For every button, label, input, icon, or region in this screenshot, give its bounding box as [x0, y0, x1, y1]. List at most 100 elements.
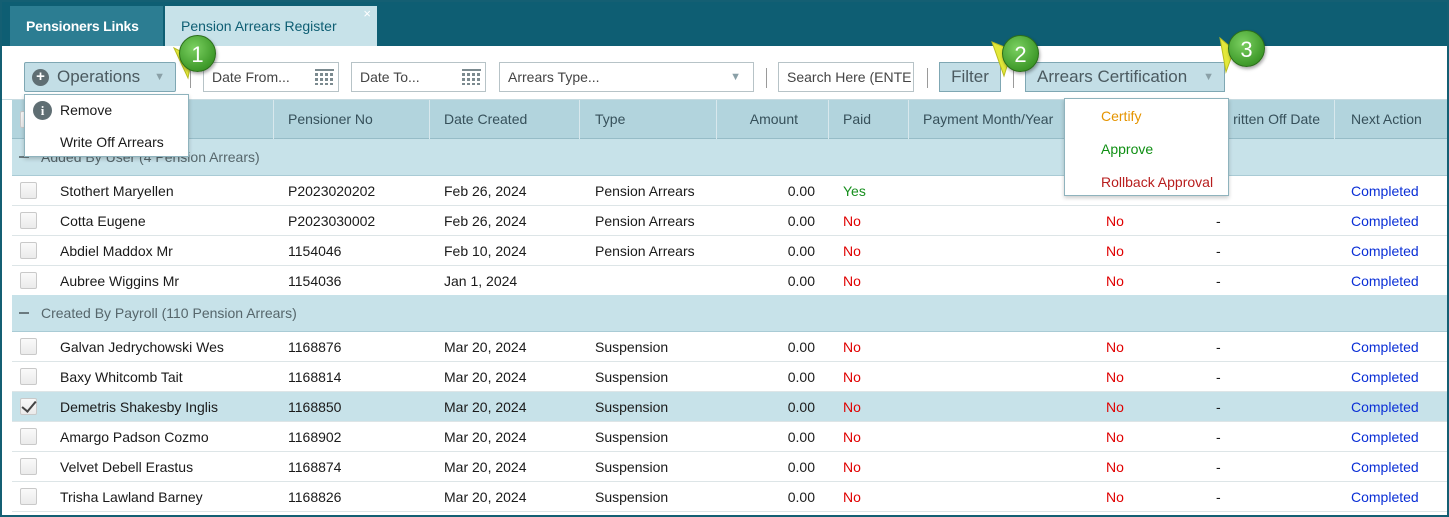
menu-item-rollback-approval[interactable]: Rollback Approval: [1065, 167, 1228, 198]
cell-written-off-date: -: [1216, 213, 1221, 229]
table-row[interactable]: Cotta Eugene P2023030002 Feb 26, 2024 Pensi…: [12, 206, 1447, 236]
cell-date-created: Feb 26, 2024: [444, 213, 527, 229]
row-checkbox[interactable]: [20, 368, 37, 385]
arrears-certification-menu: Certify Approve Rollback Approval: [1064, 98, 1229, 196]
cell-type: Suspension: [595, 459, 669, 475]
cell-next-action[interactable]: Completed: [1351, 452, 1447, 482]
column-header-paid[interactable]: Paid: [829, 100, 909, 139]
operations-button[interactable]: + Operations ▼: [24, 62, 176, 92]
calendar-icon[interactable]: [462, 69, 481, 85]
callout-badge: 2: [1002, 35, 1039, 72]
divider: [766, 68, 767, 88]
cell-next-action[interactable]: Completed: [1351, 332, 1447, 362]
menu-item-write-off-arrears[interactable]: Write Off Arrears: [25, 127, 188, 158]
date-from-input[interactable]: Date From...: [203, 62, 339, 92]
menu-item-remove[interactable]: i Remove: [25, 95, 188, 126]
chevron-down-icon: ▼: [154, 71, 165, 83]
cell-paid: No: [843, 273, 861, 289]
cell-amount: 0.00: [787, 369, 815, 385]
cell-date-created: Mar 20, 2024: [444, 339, 527, 355]
cell-amount: 0.00: [787, 399, 815, 415]
cell-amount: 0.00: [787, 429, 815, 445]
cell-paid: No: [843, 243, 861, 259]
cell-next-action[interactable]: Completed: [1351, 206, 1447, 236]
cell-pensioner-no: P2023020202: [288, 183, 376, 199]
cell-next-action[interactable]: Completed: [1351, 236, 1447, 266]
cell-next-action[interactable]: Completed: [1351, 266, 1447, 296]
cell-next-action[interactable]: Completed: [1351, 392, 1447, 422]
cell-date-created: Mar 20, 2024: [444, 489, 527, 505]
row-checkbox[interactable]: [20, 488, 37, 505]
cell-next-action[interactable]: Completed: [1351, 482, 1447, 512]
column-header-amount[interactable]: Amount: [717, 100, 829, 139]
table-row[interactable]: Stothert Maryellen P2023020202 Feb 26, 202…: [12, 176, 1447, 206]
cell-written-off: No: [1106, 273, 1124, 289]
table-row[interactable]: Amargo Padson Cozmo 1168902 Mar 20, 2024 Su…: [12, 422, 1447, 452]
row-checkbox[interactable]: [20, 242, 37, 259]
filter-label: Filter: [951, 67, 989, 86]
date-to-placeholder: Date To...: [360, 69, 420, 85]
cell-date-created: Mar 20, 2024: [444, 369, 527, 385]
cell-written-off-date: -: [1216, 273, 1221, 289]
table-row[interactable]: Galvan Jedrychowski Wes 1168876 Mar 20, 20…: [12, 332, 1447, 362]
search-placeholder: Search Here (ENTE: [787, 69, 912, 85]
table-row[interactable]: Baxy Whitcomb Tait 1168814 Mar 20, 2024 Sus…: [12, 362, 1447, 392]
operations-menu: i Remove Write Off Arrears: [24, 94, 189, 157]
column-header-date-created[interactable]: Date Created: [430, 100, 580, 139]
arrears-type-select[interactable]: Arrears Type... ▼: [499, 62, 754, 92]
app-window: Pensioners Links Pension Arrears Registe…: [0, 0, 1449, 517]
cell-pensioner-no: 1154046: [288, 243, 342, 259]
row-checkbox[interactable]: [20, 182, 37, 199]
cell-written-off-date: -: [1216, 369, 1221, 385]
cell-name: Stothert Maryellen: [60, 183, 174, 199]
date-to-input[interactable]: Date To...: [351, 62, 486, 92]
row-checkbox[interactable]: [20, 338, 37, 355]
cell-name: Aubree Wiggins Mr: [60, 273, 180, 289]
filter-button[interactable]: Filter: [939, 62, 1001, 92]
arrears-certification-button[interactable]: Arrears Certification ▼: [1025, 62, 1225, 92]
search-input[interactable]: Search Here (ENTE: [778, 62, 914, 92]
cell-paid: No: [843, 489, 861, 505]
cell-next-action[interactable]: Completed: [1351, 176, 1447, 206]
row-checkbox[interactable]: [20, 428, 37, 445]
cell-next-action[interactable]: Completed: [1351, 422, 1447, 452]
cell-pensioner-no: 1168850: [288, 399, 342, 415]
column-header-payment-month[interactable]: Payment Month/Year: [909, 100, 1089, 139]
calendar-icon[interactable]: [315, 69, 334, 85]
column-header-pensioner-no[interactable]: Pensioner No: [274, 100, 430, 139]
table-row[interactable]: Trisha Lawland Barney 1168826 Mar 20, 2024…: [12, 482, 1447, 512]
cell-name: Trisha Lawland Barney: [60, 489, 203, 505]
collapse-icon[interactable]: [19, 312, 29, 314]
group-header[interactable]: Created By Payroll (110 Pension Arrears): [12, 295, 1447, 332]
cell-pensioner-no: 1168814: [288, 369, 342, 385]
cell-date-created: Feb 26, 2024: [444, 183, 527, 199]
group-header[interactable]: Added By User (4 Pension Arrears): [12, 139, 1447, 176]
cell-name: Amargo Padson Cozmo: [60, 429, 209, 445]
tab-pensioners-links[interactable]: Pensioners Links: [10, 6, 163, 46]
cell-pensioner-no: 1168826: [288, 489, 342, 505]
menu-item-label: Write Off Arrears: [60, 134, 164, 150]
cell-written-off-date: -: [1216, 243, 1221, 259]
tab-label: Pensioners Links: [26, 18, 139, 34]
divider: [927, 68, 928, 88]
cell-date-created: Mar 20, 2024: [444, 459, 527, 475]
cell-paid: No: [843, 429, 861, 445]
menu-item-approve[interactable]: Approve: [1065, 134, 1228, 165]
cell-name: Baxy Whitcomb Tait: [60, 369, 183, 385]
table-row[interactable]: Demetris Shakesby Inglis 1168850 Mar 20, 2…: [12, 392, 1447, 422]
close-icon[interactable]: ×: [363, 2, 371, 34]
row-checkbox[interactable]: [20, 272, 37, 289]
table-row[interactable]: Aubree Wiggins Mr 1154036 Jan 1, 2024 0.00 N…: [12, 266, 1447, 296]
column-header-type[interactable]: Type: [580, 100, 717, 139]
table-row[interactable]: Abdiel Maddox Mr 1154046 Feb 10, 2024 Pensi…: [12, 236, 1447, 266]
grid-header: Pensioner No Date Created Type Amount Pa…: [12, 100, 1447, 139]
menu-item-certify[interactable]: Certify: [1065, 101, 1228, 132]
row-checkbox[interactable]: [20, 458, 37, 475]
cell-type: [595, 266, 717, 296]
column-header-next-action[interactable]: Next Action: [1335, 100, 1447, 139]
cell-next-action[interactable]: Completed: [1351, 362, 1447, 392]
row-checkbox[interactable]: [20, 212, 37, 229]
certification-label: Arrears Certification: [1037, 67, 1188, 86]
table-row[interactable]: Velvet Debell Erastus 1168874 Mar 20, 2024…: [12, 452, 1447, 482]
row-checkbox[interactable]: [20, 398, 37, 415]
